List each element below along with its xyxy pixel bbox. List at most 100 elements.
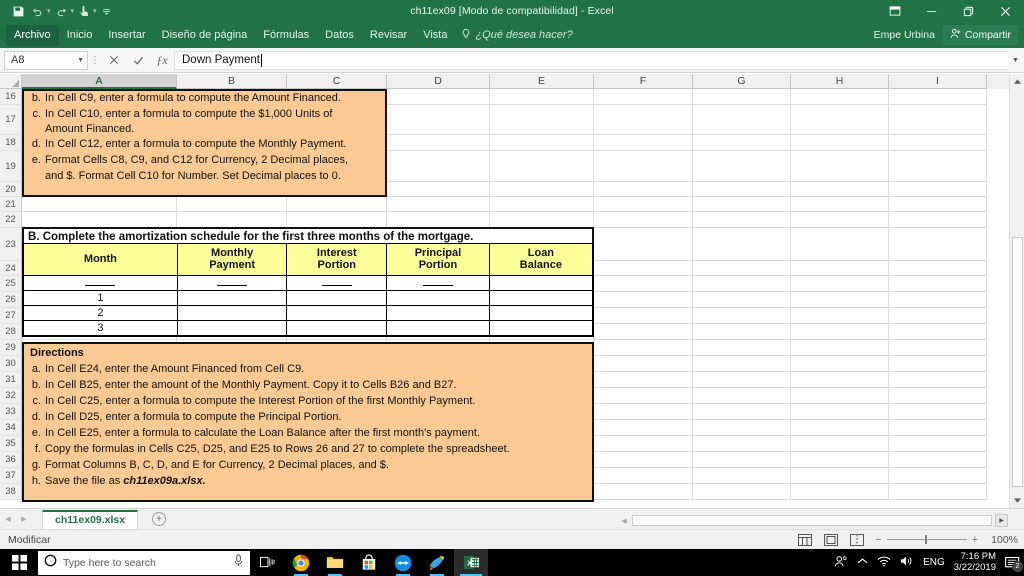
cell-g18[interactable] — [693, 135, 791, 151]
cell-f38[interactable] — [594, 484, 693, 500]
cell-i33[interactable] — [889, 404, 987, 420]
clock[interactable]: 7:16 PM 3/22/2019 — [954, 551, 996, 574]
row-header-36[interactable]: 36 — [0, 452, 22, 468]
cell-h36[interactable] — [791, 452, 889, 468]
cell-b21[interactable] — [177, 197, 287, 212]
zoom-level-label[interactable]: 100% — [988, 534, 1018, 546]
cell-h21[interactable] — [791, 197, 889, 212]
cell-d22[interactable] — [387, 212, 490, 228]
zoom-out-button[interactable]: − — [875, 534, 881, 546]
name-box[interactable]: A8 ▼ — [4, 50, 88, 70]
chevron-down-icon[interactable]: ▼ — [77, 57, 84, 64]
cell-h27[interactable] — [791, 308, 889, 324]
zoom-in-button[interactable]: + — [972, 534, 978, 546]
column-header-d[interactable]: D — [387, 74, 490, 89]
teamviewer-icon[interactable] — [386, 549, 420, 576]
row-header-28[interactable]: 28 — [0, 324, 22, 340]
row-header-22[interactable]: 22 — [0, 212, 22, 228]
cell-g25[interactable] — [693, 276, 791, 292]
cell-i16[interactable] — [889, 89, 987, 105]
cell-g29[interactable] — [693, 340, 791, 356]
customize-qat-icon[interactable] — [99, 1, 115, 21]
row-header-24[interactable]: 24 — [0, 261, 22, 276]
ribbon-tab-diseno-de-pagina[interactable]: Diseño de página — [154, 25, 256, 46]
cell-i28[interactable] — [889, 324, 987, 340]
row-header-25[interactable]: 25 — [0, 276, 22, 292]
row-header-33[interactable]: 33 — [0, 404, 22, 420]
row-header-27[interactable]: 27 — [0, 308, 22, 324]
cell-h25[interactable] — [791, 276, 889, 292]
cell-b27-value[interactable] — [176, 320, 288, 337]
column-header-b[interactable]: B — [177, 74, 287, 89]
cell-i31[interactable] — [889, 372, 987, 388]
cell-h26[interactable] — [791, 292, 889, 308]
cell-f31[interactable] — [594, 372, 693, 388]
cell-h29[interactable] — [791, 340, 889, 356]
touch-mode-icon[interactable] — [76, 1, 92, 21]
cell-f23[interactable] — [594, 228, 693, 261]
undo-dropdown-icon[interactable]: ▾ — [47, 7, 51, 15]
cell-f34[interactable] — [594, 420, 693, 436]
sheet-tab-ch11ex09[interactable]: ch11ex09.xlsx — [42, 509, 139, 529]
cell-h34[interactable] — [791, 420, 889, 436]
cell-i27[interactable] — [889, 308, 987, 324]
row-header-26[interactable]: 26 — [0, 292, 22, 308]
cell-c22[interactable] — [287, 212, 387, 228]
row-header-17[interactable]: 17 — [0, 105, 22, 135]
zoom-track[interactable] — [886, 535, 967, 544]
row-header-19[interactable]: 19 — [0, 151, 22, 182]
cell-i36[interactable] — [889, 452, 987, 468]
cell-d24-value[interactable] — [386, 275, 490, 291]
cell-h32[interactable] — [791, 388, 889, 404]
cell-f17[interactable] — [594, 105, 693, 135]
cell-g28[interactable] — [693, 324, 791, 340]
previous-sheet-icon[interactable]: ◀ — [0, 515, 16, 523]
cell-h22[interactable] — [791, 212, 889, 228]
scroll-up-button[interactable] — [1010, 74, 1024, 89]
cell-f36[interactable] — [594, 452, 693, 468]
cell-g36[interactable] — [693, 452, 791, 468]
cell-g37[interactable] — [693, 468, 791, 484]
cell-d20[interactable] — [387, 182, 490, 197]
cell-d19[interactable] — [387, 151, 490, 182]
account-name[interactable]: Empe Urbina — [874, 29, 935, 41]
column-header-h[interactable]: H — [791, 74, 889, 89]
insert-function-button[interactable]: ƒx — [150, 50, 174, 70]
cell-g19[interactable] — [693, 151, 791, 182]
cell-f26[interactable] — [594, 292, 693, 308]
cell-d25-value[interactable] — [386, 290, 490, 306]
cell-a24-value[interactable] — [21, 275, 178, 291]
cell-i19[interactable] — [889, 151, 987, 182]
cell-e24-value[interactable] — [488, 275, 594, 291]
cell-c24-value[interactable] — [286, 275, 388, 291]
zoom-handle[interactable] — [924, 535, 927, 544]
cell-a25-value[interactable]: 1 — [21, 290, 178, 306]
normal-view-icon[interactable] — [797, 533, 813, 547]
add-sheet-button[interactable]: + — [152, 512, 167, 526]
chrome-icon[interactable] — [284, 549, 318, 576]
cell-d16[interactable] — [387, 89, 490, 105]
cell-h19[interactable] — [791, 151, 889, 182]
redo-dropdown-icon[interactable]: ▾ — [71, 7, 75, 15]
cell-f21[interactable] — [594, 197, 693, 212]
column-header-e[interactable]: E — [490, 74, 594, 89]
cell-g22[interactable] — [693, 212, 791, 228]
cell-e16[interactable] — [490, 89, 594, 105]
cell-f28[interactable] — [594, 324, 693, 340]
cell-g32[interactable] — [693, 388, 791, 404]
cell-f24[interactable] — [594, 261, 693, 276]
cell-g23[interactable] — [693, 228, 791, 261]
ribbon-tab-revisar[interactable]: Revisar — [362, 25, 415, 46]
row-header-30[interactable]: 30 — [0, 356, 22, 372]
cell-i25[interactable] — [889, 276, 987, 292]
cell-h31[interactable] — [791, 372, 889, 388]
cell-h24[interactable] — [791, 261, 889, 276]
volume-icon[interactable] — [900, 555, 914, 570]
taskbar-search-box[interactable]: Type here to search — [38, 550, 250, 575]
cell-g35[interactable] — [693, 436, 791, 452]
touch-mode-dropdown-icon[interactable]: ▾ — [93, 7, 97, 15]
row-header-18[interactable]: 18 — [0, 135, 22, 151]
cell-c27-value[interactable] — [286, 320, 388, 337]
cell-h37[interactable] — [791, 468, 889, 484]
cell-d26-value[interactable] — [386, 305, 490, 321]
